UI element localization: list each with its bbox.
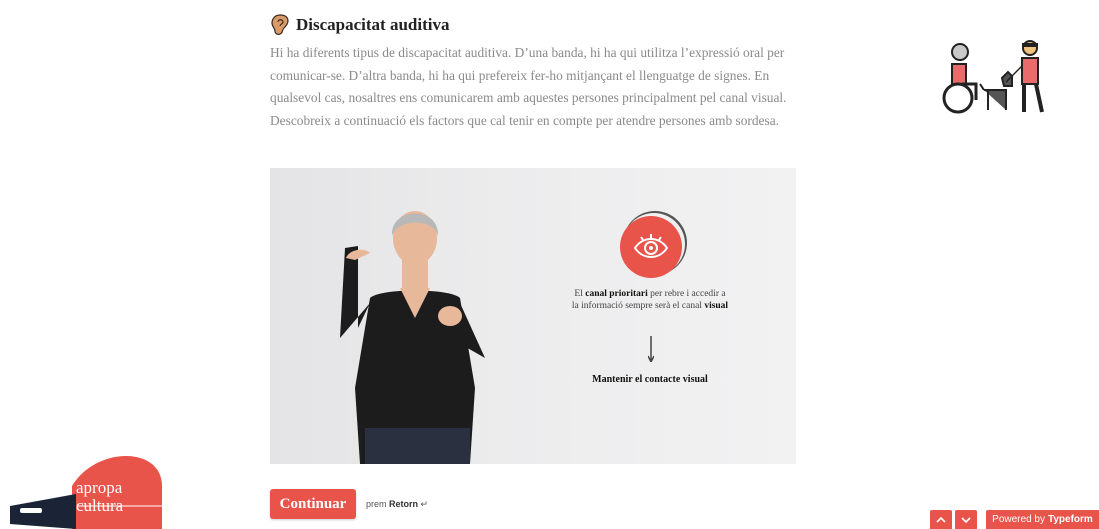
sign-language-interpreter — [340, 211, 485, 464]
video-player[interactable]: El canal prioritari per rebre i accedir … — [270, 168, 796, 464]
enter-hint: prem Retorn ↵ — [366, 499, 429, 509]
ear-icon — [271, 14, 289, 35]
info-bottom-text: Mantenir el contacte visual — [592, 374, 708, 385]
info-text-bold-channel: canal prioritari — [585, 289, 648, 299]
enter-key-icon: ↵ — [420, 499, 429, 509]
accessibility-people-icon — [942, 40, 1044, 114]
previous-question-button[interactable] — [930, 510, 952, 529]
question-title: Discapacitat auditiva — [296, 15, 450, 34]
arrow-down-icon — [648, 336, 654, 362]
continue-button[interactable]: Continuar — [270, 489, 356, 519]
chevron-down-icon — [961, 516, 971, 523]
info-text: El canal prioritari per rebre i accedir … — [571, 289, 729, 311]
powered-by-label: Powered by — [992, 514, 1045, 525]
question-title-row: Discapacitat auditiva — [270, 14, 449, 36]
eye-icon — [633, 234, 669, 258]
logo-line-1: apropa — [76, 478, 123, 497]
info-text-bold-visual: visual — [704, 301, 729, 311]
chevron-up-icon — [936, 516, 946, 523]
logo-text: apropa cultura — [76, 479, 156, 515]
powered-by-typeform-link[interactable]: Powered by Typeform — [986, 510, 1099, 529]
logo-line-2: cultura — [76, 496, 124, 515]
typeform-brand: Typeform — [1047, 514, 1093, 525]
question-description: Hi ha diferents tipus de discapacitat au… — [270, 45, 787, 128]
info-circle — [620, 216, 682, 278]
next-question-button[interactable] — [955, 510, 977, 529]
